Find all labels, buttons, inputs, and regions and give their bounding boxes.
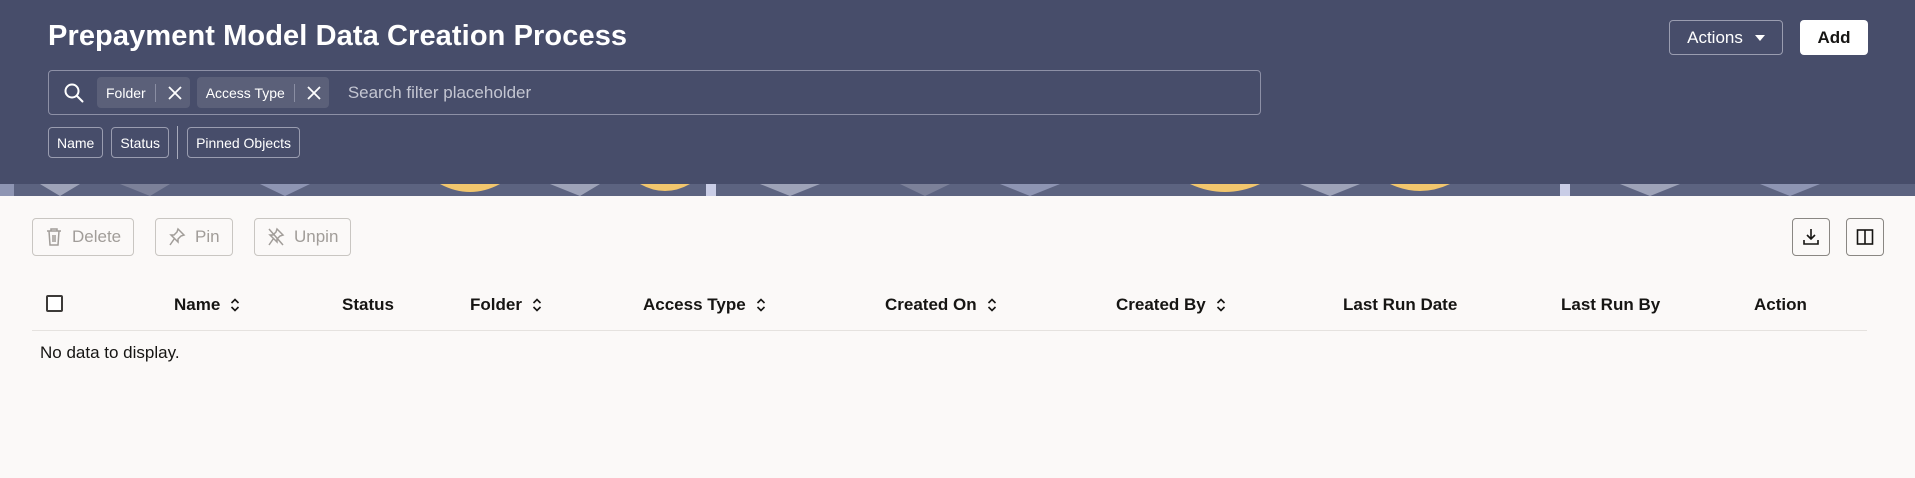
column-header-last-run-date: Last Run Date: [1343, 295, 1457, 315]
sort-icon[interactable]: [987, 297, 997, 313]
delete-button[interactable]: Delete: [32, 218, 135, 256]
column-label: Last Run By: [1561, 295, 1661, 314]
page-title: Prepayment Model Data Creation Process: [48, 20, 628, 52]
filter-chip-folder[interactable]: Folder: [97, 77, 190, 108]
columns-icon: [1856, 229, 1874, 245]
actions-label: Actions: [1687, 27, 1743, 47]
quick-filters: Name Status Pinned Objects: [48, 126, 308, 159]
column-header-access-type[interactable]: Access Type: [643, 295, 766, 315]
chip-divider: [154, 83, 156, 102]
column-header-folder[interactable]: Folder: [470, 295, 542, 315]
search-icon: [64, 83, 84, 102]
chip-label: Folder: [106, 84, 146, 101]
column-label: Created By: [1116, 295, 1206, 314]
download-button[interactable]: [1792, 218, 1830, 256]
sort-icon[interactable]: [532, 297, 542, 313]
column-header-name[interactable]: Name: [174, 295, 240, 315]
column-header-action: Action: [1754, 295, 1807, 315]
close-icon[interactable]: [301, 80, 327, 106]
column-header-last-run-by: Last Run By: [1561, 295, 1660, 315]
delete-label: Delete: [72, 227, 122, 246]
decorative-banner: [0, 184, 1915, 196]
column-header-created-on[interactable]: Created On: [885, 295, 997, 315]
unpin-button[interactable]: Unpin: [254, 218, 352, 256]
column-label: Status: [342, 295, 394, 314]
column-label: Action: [1754, 295, 1807, 314]
column-header-created-by[interactable]: Created By: [1116, 295, 1226, 315]
column-label: Last Run Date: [1343, 295, 1458, 314]
pin-icon: [169, 227, 186, 246]
select-all-checkbox[interactable]: [46, 295, 63, 312]
actions-menu-button[interactable]: Actions: [1669, 20, 1783, 55]
filter-pinned-objects[interactable]: Pinned Objects: [187, 127, 301, 158]
column-label: Access Type: [643, 295, 746, 314]
pin-label: Pin: [195, 227, 220, 246]
close-icon[interactable]: [162, 80, 188, 106]
table-header-row: Name Status Folder Access Type Created O…: [32, 283, 1867, 331]
filter-status[interactable]: Status: [111, 127, 170, 158]
filter-divider: [177, 126, 179, 159]
filter-name[interactable]: Name: [48, 127, 104, 158]
chip-divider: [293, 83, 295, 102]
add-button[interactable]: Add: [1800, 20, 1868, 55]
empty-table-message: No data to display.: [40, 343, 180, 362]
caret-down-icon: [1754, 34, 1765, 41]
unpin-label: Unpin: [294, 227, 339, 246]
sort-icon[interactable]: [756, 297, 766, 313]
search-input[interactable]: Search filter placeholder: [348, 83, 531, 103]
download-icon: [1803, 229, 1819, 245]
sort-icon[interactable]: [230, 297, 240, 313]
unpin-icon: [268, 227, 285, 246]
column-header-status: Status: [342, 295, 394, 315]
trash-icon: [47, 228, 61, 246]
column-label: Created On: [885, 295, 977, 314]
chip-label: Access Type: [205, 84, 285, 101]
sort-icon[interactable]: [1216, 297, 1226, 313]
column-label: Folder: [470, 295, 522, 314]
columns-button[interactable]: [1846, 218, 1884, 256]
filter-chip-access-type[interactable]: Access Type: [196, 77, 329, 108]
banner-pattern: [0, 184, 1915, 196]
page-header: Prepayment Model Data Creation Process A…: [0, 0, 1915, 184]
pin-button[interactable]: Pin: [155, 218, 233, 256]
search-filter-box[interactable]: Folder Access Type Search filter placeho…: [48, 70, 1261, 115]
column-label: Name: [174, 295, 221, 314]
